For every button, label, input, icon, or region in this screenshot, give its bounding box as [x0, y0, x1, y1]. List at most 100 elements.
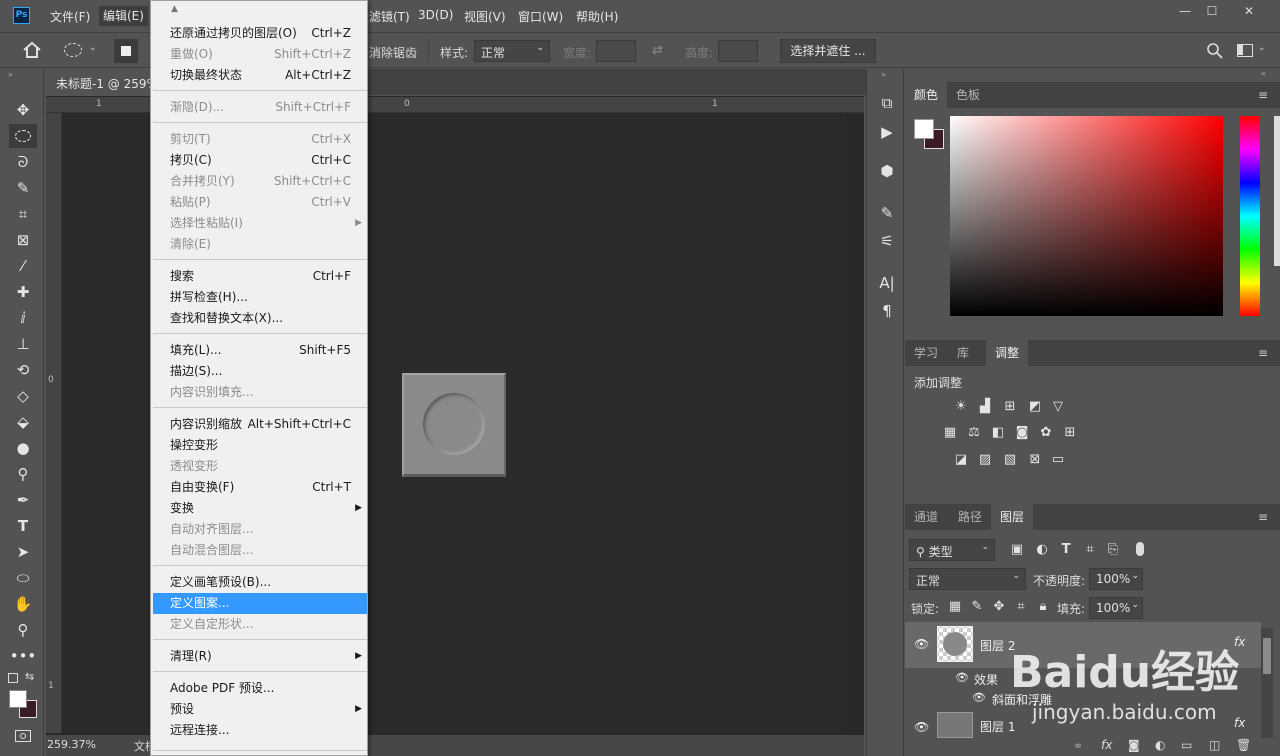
brush-settings-icon[interactable]: ✎ — [876, 202, 898, 224]
close-button[interactable]: ✕ — [1238, 4, 1260, 18]
collapse-icon[interactable]: » — [8, 70, 13, 79]
more-tools-icon[interactable]: ••• — [9, 644, 37, 668]
history-brush-tool-icon[interactable]: ⟲ — [9, 358, 37, 382]
edit-menu-item[interactable]: 透视变形 — [153, 456, 367, 477]
color-lookup-icon[interactable]: ⊞ — [1061, 425, 1079, 441]
layer-row[interactable]: 👁︎ 图层 2 fx — [905, 622, 1261, 668]
search-icon[interactable] — [1206, 42, 1224, 60]
threshold-icon[interactable]: ▧ — [1001, 452, 1019, 468]
crop-tool-icon[interactable]: ⌗ — [9, 202, 37, 226]
edit-menu-item[interactable]: 定义图案... — [153, 593, 367, 614]
shape-layer-filter-icon[interactable]: ⌗ — [1081, 542, 1099, 558]
fx-icon[interactable]: fx — [1234, 716, 1245, 730]
minimize-button[interactable]: — — [1174, 4, 1196, 18]
opacity-input[interactable]: 100% ⌄ — [1089, 568, 1143, 590]
smart-object-filter-icon[interactable]: ⎘ — [1104, 542, 1122, 558]
zoom-level[interactable]: 259.37% — [47, 738, 96, 751]
edit-menu-item[interactable]: 拼写检查(H)... — [153, 287, 367, 308]
channel-mixer-icon[interactable]: ✿ — [1037, 425, 1055, 441]
layers-scrollbar[interactable] — [1261, 628, 1273, 748]
dodge-tool-icon[interactable]: ⚲ — [9, 462, 37, 486]
link-layers-icon[interactable]: ⚭ — [1073, 739, 1083, 753]
layer-filter-select[interactable]: ⚲ 类型 ⌄ — [909, 539, 995, 561]
menu-help[interactable]: 帮助(H) — [576, 8, 618, 25]
adjustment-layer-icon[interactable]: ◐ — [1155, 738, 1165, 752]
frame-tool-icon[interactable]: ⊠ — [9, 228, 37, 252]
stamp-tool-icon[interactable]: ⊥ — [9, 332, 37, 356]
edit-menu-item[interactable]: 渐隐(D)... Shift+Ctrl+F — [153, 97, 367, 118]
photo-filter-icon[interactable]: ◙ — [1013, 425, 1031, 441]
menu-filter[interactable]: 滤镜(T) — [369, 8, 410, 25]
edit-menu-item[interactable]: 还原通过拷贝的图层(O) Ctrl+Z — [153, 23, 367, 44]
eye-icon[interactable]: 👁︎ — [955, 671, 969, 684]
menu-edit[interactable]: 编辑(E) — [99, 6, 148, 26]
edit-menu-item[interactable]: 填充(L)... Shift+F5 — [153, 340, 367, 361]
lock-all-icon[interactable]: 🔒︎ — [1034, 599, 1052, 615]
edit-menu-item[interactable]: 剪切(T) Ctrl+X — [153, 129, 367, 150]
scroll-up-arrow-icon[interactable]: ▲ — [171, 4, 178, 14]
edit-menu-item[interactable]: 合并拷贝(Y) Shift+Ctrl+C — [153, 171, 367, 192]
move-tool-icon[interactable]: ✥ — [9, 98, 37, 122]
new-layer-icon[interactable]: ◫ — [1209, 738, 1220, 752]
edit-menu-item[interactable]: 查找和替换文本(X)... — [153, 308, 367, 329]
edit-menu-item[interactable]: 自动对齐图层... — [153, 519, 367, 540]
edit-menu-item[interactable]: 切换最终状态 Alt+Ctrl+Z — [153, 65, 367, 86]
fx-icon[interactable]: fx — [1101, 738, 1112, 752]
tab-learn[interactable]: 学习 — [905, 340, 947, 366]
lock-artboard-icon[interactable]: ⌗ — [1012, 599, 1030, 615]
selective-color-icon[interactable]: ⊠ — [1026, 452, 1044, 468]
new-group-icon[interactable]: ▭ — [1181, 738, 1192, 752]
edit-menu-item[interactable]: 远程连接... — [153, 720, 367, 741]
fx-icon[interactable]: fx — [1234, 635, 1245, 649]
quick-selection-tool-icon[interactable]: ✎ — [9, 176, 37, 200]
healing-brush-tool-icon[interactable]: ✚ — [9, 280, 37, 304]
layer-name[interactable]: 图层 2 — [980, 637, 1015, 654]
eye-icon[interactable]: 👁︎ — [972, 691, 986, 704]
adjustment-layer-filter-icon[interactable]: ◐ — [1033, 542, 1051, 558]
type-layer-filter-icon[interactable]: T — [1057, 542, 1075, 558]
properties-sliders-icon[interactable]: ⚟ — [876, 230, 898, 252]
brightness-icon[interactable]: ☀ — [952, 399, 970, 415]
tab-swatches[interactable]: 色板 — [947, 82, 989, 108]
menu-file[interactable]: 文件(F) — [50, 8, 90, 25]
blur-tool-icon[interactable]: ● — [9, 436, 37, 460]
edit-menu-item[interactable]: 选择性粘贴(I) ▶ — [153, 213, 367, 234]
lock-image-icon[interactable]: ✎ — [968, 599, 986, 615]
edit-menu-item[interactable]: Adobe PDF 预设... — [153, 678, 367, 699]
hand-tool-icon[interactable]: ✋ — [9, 592, 37, 616]
zoom-tool-icon[interactable]: ⚲ — [9, 618, 37, 642]
foreground-color-swatch[interactable] — [9, 690, 27, 708]
edit-menu-item[interactable]: 描边(S)... — [153, 361, 367, 382]
height-input[interactable] — [718, 40, 758, 62]
elliptical-marquee-preset-icon[interactable] — [64, 43, 82, 57]
scrollbar[interactable] — [1274, 116, 1280, 266]
tab-libraries[interactable]: 库 — [948, 340, 978, 366]
antialias-label[interactable]: 消除锯齿 — [369, 44, 417, 61]
effects-row[interactable]: 👁︎ 效果 — [905, 668, 1261, 688]
add-mask-icon[interactable]: ◙ — [1128, 738, 1140, 752]
character-icon[interactable]: A| — [876, 272, 898, 294]
edit-menu-item[interactable]: 预设 ▶ — [153, 699, 367, 720]
tab-adjustments[interactable]: 调整 — [986, 340, 1029, 366]
home-icon[interactable] — [22, 41, 42, 59]
style-select[interactable]: 正常 ⌄ — [474, 40, 550, 62]
foreground-color-swatch[interactable] — [914, 119, 934, 139]
layer-name[interactable]: 图层 1 — [980, 718, 1015, 735]
edit-menu-item[interactable]: 粘贴(P) Ctrl+V — [153, 192, 367, 213]
quick-mask-icon[interactable] — [15, 730, 31, 742]
gradient-map-icon[interactable]: ▭ — [1049, 452, 1067, 468]
effect-row[interactable]: 👁︎ 斜面和浮雕 — [905, 688, 1261, 708]
lasso-tool-icon[interactable]: ᘐ — [9, 150, 37, 174]
vibrance-icon[interactable]: ▽ — [1049, 399, 1067, 415]
path-selection-tool-icon[interactable]: ➤ — [9, 540, 37, 564]
exposure-icon[interactable]: ◩ — [1026, 399, 1044, 415]
levels-icon[interactable]: ▟ — [976, 399, 994, 415]
edit-menu-item[interactable]: 清理(R) ▶ — [153, 646, 367, 667]
type-tool-icon[interactable]: T — [9, 514, 37, 538]
invert-icon[interactable]: ◪ — [952, 452, 970, 468]
elliptical-marquee-tool-icon[interactable] — [9, 124, 37, 148]
color-balance-icon[interactable]: ⚖ — [965, 425, 983, 441]
color-field[interactable] — [950, 116, 1223, 316]
ellipse-tool-icon[interactable]: ⬭ — [9, 566, 37, 590]
edit-menu-item[interactable]: 自动混合图层... — [153, 540, 367, 561]
